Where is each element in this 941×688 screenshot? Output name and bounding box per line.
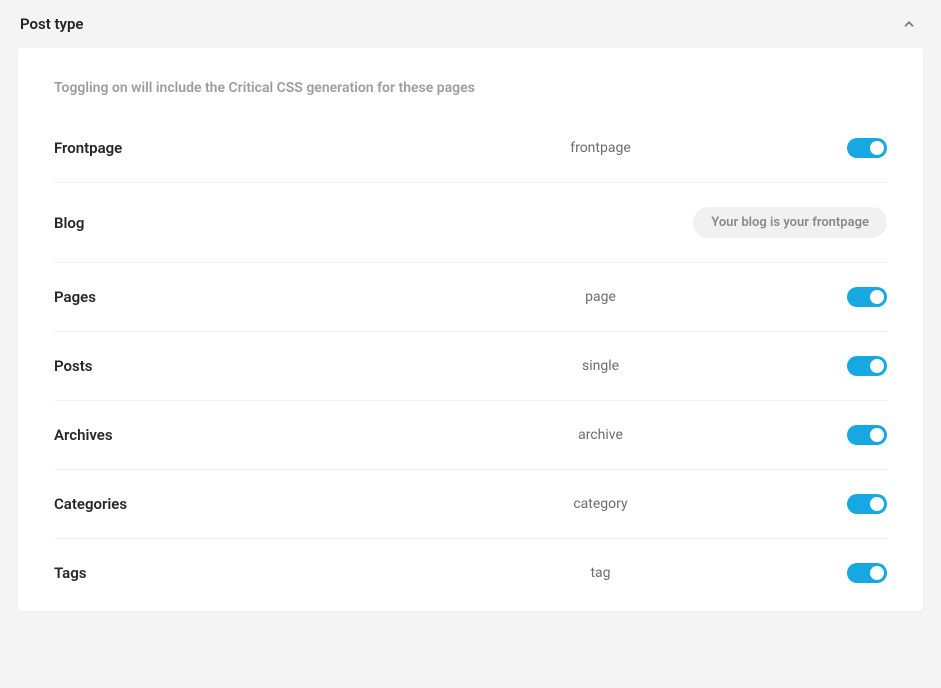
row-value: category: [434, 496, 767, 512]
row-label: Posts: [54, 357, 434, 375]
toggle-knob: [870, 141, 884, 155]
row-control: [767, 563, 887, 583]
row-value: tag: [434, 565, 767, 581]
chevron-up-icon: [902, 17, 916, 31]
collapse-toggle[interactable]: [899, 14, 919, 34]
toggle-knob: [870, 566, 884, 580]
row-control: [767, 425, 887, 445]
row-control: [767, 287, 887, 307]
toggle-pages[interactable]: [847, 287, 887, 307]
row-posts: Posts single: [54, 332, 887, 401]
row-label: Archives: [54, 426, 434, 444]
row-value: frontpage: [434, 140, 767, 156]
toggle-tags[interactable]: [847, 563, 887, 583]
row-archives: Archives archive: [54, 401, 887, 470]
row-control: [767, 356, 887, 376]
row-control: [767, 494, 887, 514]
toggle-knob: [870, 359, 884, 373]
row-blog: Blog Your blog is your frontpage: [54, 183, 887, 263]
row-control: Your blog is your frontpage: [693, 207, 887, 238]
blog-frontpage-badge: Your blog is your frontpage: [693, 207, 887, 238]
row-value: archive: [434, 427, 767, 443]
panel-title: Post type: [20, 15, 84, 33]
row-frontpage: Frontpage frontpage: [54, 114, 887, 183]
row-categories: Categories category: [54, 470, 887, 539]
row-label: Tags: [54, 564, 434, 582]
row-label: Frontpage: [54, 139, 434, 157]
toggle-frontpage[interactable]: [847, 138, 887, 158]
toggle-archives[interactable]: [847, 425, 887, 445]
row-label: Blog: [54, 214, 434, 232]
toggle-knob: [870, 428, 884, 442]
row-label: Pages: [54, 288, 434, 306]
row-value: single: [434, 358, 767, 374]
row-control: [767, 138, 887, 158]
row-pages: Pages page: [54, 263, 887, 332]
row-value: page: [434, 289, 767, 305]
toggle-knob: [870, 497, 884, 511]
row-tags: Tags tag: [54, 539, 887, 607]
toggle-categories[interactable]: [847, 494, 887, 514]
panel-header: Post type: [0, 0, 941, 48]
settings-description: Toggling on will include the Critical CS…: [54, 80, 887, 96]
toggle-posts[interactable]: [847, 356, 887, 376]
row-label: Categories: [54, 495, 434, 513]
toggle-knob: [870, 290, 884, 304]
settings-card: Toggling on will include the Critical CS…: [18, 48, 923, 611]
